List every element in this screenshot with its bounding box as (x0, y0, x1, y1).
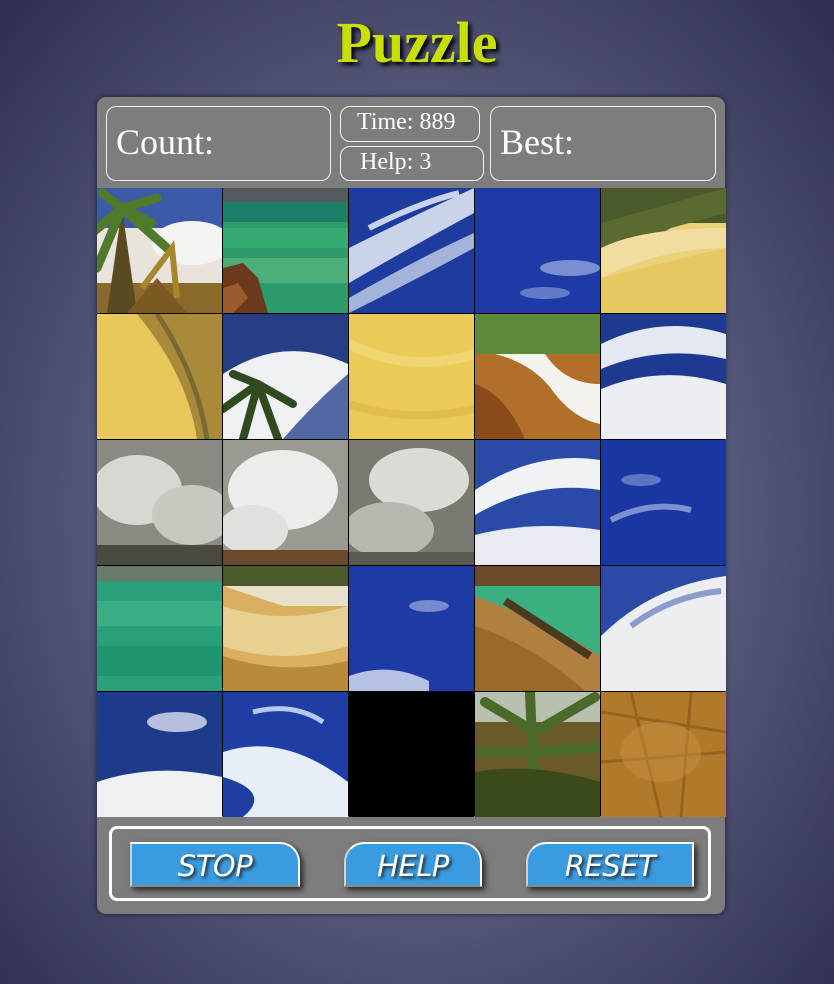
time-label: Time: (357, 109, 414, 135)
help-button[interactable]: HELP (344, 842, 482, 887)
puzzle-tile-palm-bush[interactable] (475, 692, 600, 817)
puzzle-tile-palm-tree-sky[interactable] (97, 188, 222, 313)
puzzle-board (97, 188, 726, 817)
puzzle-tile-yellow-sand[interactable] (349, 314, 474, 439)
puzzle-tile-blue-sky[interactable] (349, 566, 474, 691)
help-remaining-display: Help: 3 (340, 146, 484, 181)
count-display: Count: (106, 106, 331, 181)
game-title: Puzzle (336, 10, 498, 75)
puzzle-panel: Count: Time: 889 Help: 3 Best: STOP HELP… (97, 97, 726, 914)
puzzle-tile-grey-clouds[interactable] (97, 440, 222, 565)
count-label: Count: (116, 122, 215, 162)
puzzle-tile-turquoise-sea-rock[interactable] (223, 188, 348, 313)
puzzle-tile-beach-sand-shore[interactable] (601, 188, 726, 313)
puzzle-tile-dry-earth[interactable] (601, 692, 726, 817)
time-value: 889 (419, 109, 456, 135)
stop-button[interactable]: STOP (130, 842, 300, 887)
puzzle-tile-sky-clouds[interactable] (97, 692, 222, 817)
puzzle-tile-turquoise-sea[interactable] (97, 566, 222, 691)
puzzle-tile-pier-sea[interactable] (475, 566, 600, 691)
help-label: Help: (360, 149, 414, 175)
help-value: 3 (419, 149, 432, 175)
puzzle-tile-beach-hut-shore[interactable] (223, 566, 348, 691)
puzzle-tile-grey-clouds[interactable] (349, 440, 474, 565)
puzzle-tile-blue-sky[interactable] (601, 440, 726, 565)
puzzle-tile-blue-sky[interactable] (475, 188, 600, 313)
puzzle-tile-rocky-shore-wave[interactable] (475, 314, 600, 439)
puzzle-tile-white-clouds[interactable] (223, 440, 348, 565)
time-display: Time: 889 (340, 106, 480, 142)
puzzle-tile-palm-frond-sky[interactable] (223, 314, 348, 439)
puzzle-tile-blue-sky-streaks[interactable] (223, 692, 348, 817)
puzzle-tile-sky-clouds[interactable] (601, 314, 726, 439)
puzzle-tile-sky-clouds[interactable] (475, 440, 600, 565)
reset-button[interactable]: RESET (526, 842, 694, 887)
puzzle-tile-sky-clouds[interactable] (601, 566, 726, 691)
best-display: Best: (490, 106, 716, 181)
empty-tile-slot[interactable] (349, 692, 474, 817)
puzzle-tile-sand-shoreline[interactable] (97, 314, 222, 439)
best-label: Best: (500, 122, 575, 162)
controls-bar: STOP HELP RESET (109, 826, 711, 901)
puzzle-tile-blue-sky-streaks[interactable] (349, 188, 474, 313)
